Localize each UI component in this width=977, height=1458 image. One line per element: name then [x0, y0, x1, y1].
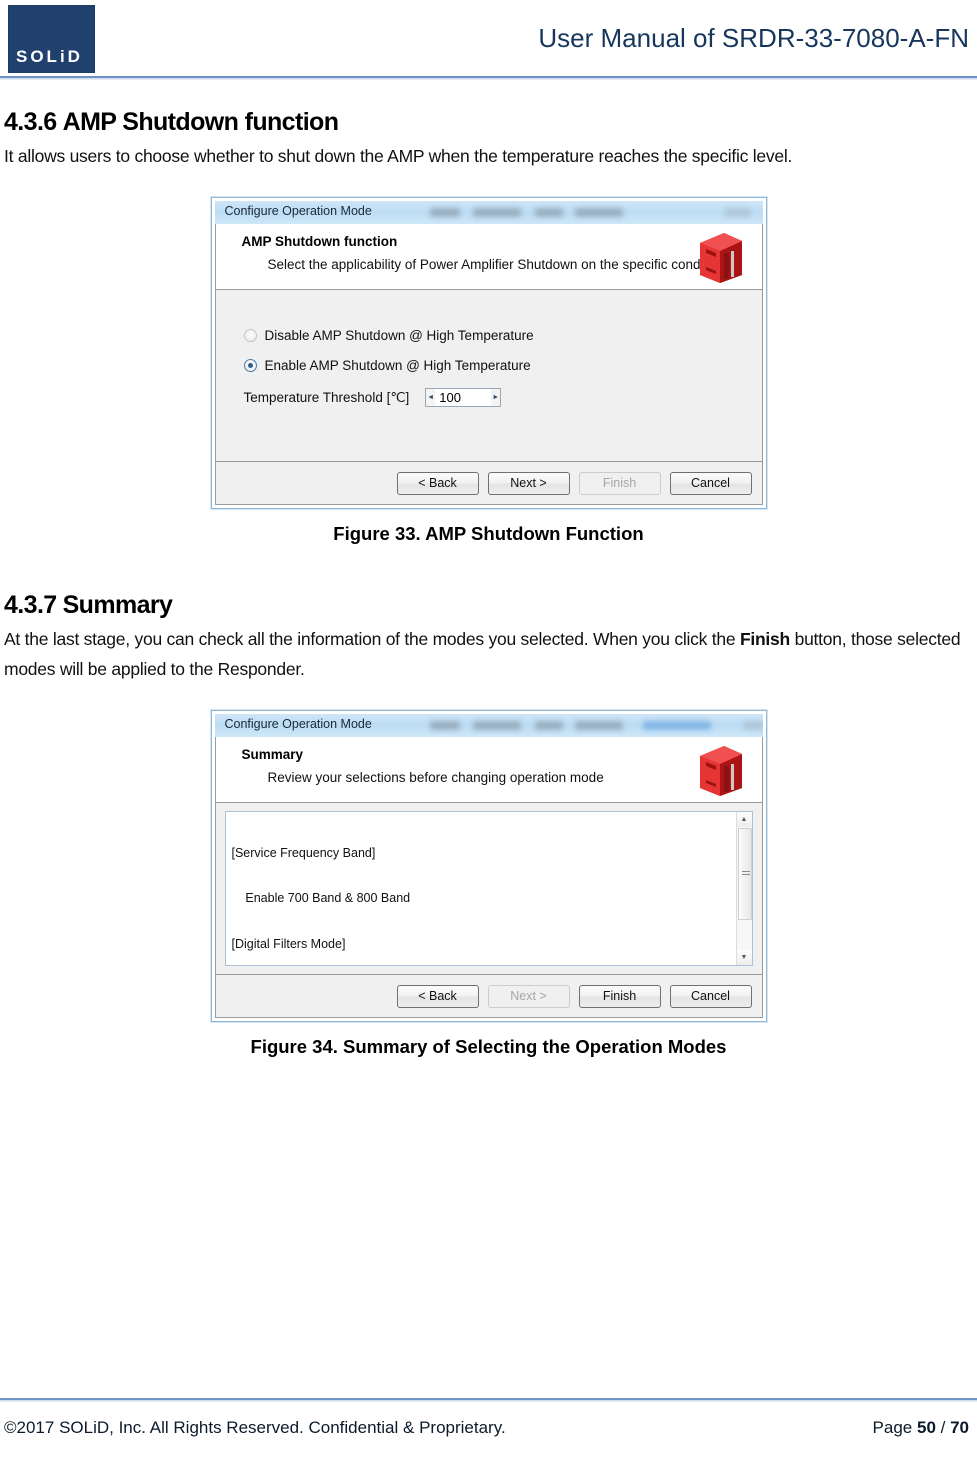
page-content: 4.3.6 AMP Shutdown function It allows use… [0, 82, 977, 1058]
section-heading-437: 4.3.7 Summary [4, 591, 977, 620]
temperature-threshold-label: Temperature Threshold [℃] [243, 389, 410, 405]
list-item: [Digital Filters Mode] [231, 937, 346, 952]
list-item: [Service Frequency Band] [231, 845, 376, 860]
banner-title-summary: Summary [241, 747, 304, 762]
dialog-footer-summary: < Back Next > Finish Cancel [214, 975, 763, 1018]
redacted-title-text-s6 [742, 721, 763, 730]
dialog-title: Configure Operation Mode [224, 204, 372, 218]
finish-button[interactable]: Finish [578, 984, 661, 1008]
cancel-button[interactable]: Cancel [669, 471, 752, 495]
section-title-436: AMP Shutdown function [62, 108, 339, 136]
section-body-437-bold: Finish [739, 629, 790, 649]
dialog-titlebar[interactable]: Configure Operation Mode [214, 201, 763, 224]
radio-label-enable: Enable AMP Shutdown @ High Temperature [264, 358, 531, 373]
spinner-decrement-icon[interactable]: ◄ [426, 389, 436, 406]
dialog-title-summary: Configure Operation Mode [224, 717, 372, 731]
redacted-title-text-4 [574, 208, 623, 217]
dialog-body-summary: [Service Frequency Band] Enable 700 Band… [214, 803, 763, 975]
header-divider [0, 76, 977, 80]
repeater-device-icon [699, 233, 742, 283]
configure-operation-mode-dialog-shutdown[interactable]: Configure Operation Mode AMP Shutdown fu… [210, 197, 767, 509]
solid-logo: SOLiD [8, 5, 95, 73]
banner-title: AMP Shutdown function [241, 234, 398, 249]
figure-33-caption: Figure 33. AMP Shutdown Function [333, 523, 644, 544]
redacted-title-text-s1 [429, 721, 460, 730]
redacted-title-text-s5 [642, 721, 711, 730]
figure-33-image: Configure Operation Mode AMP Shutdown fu… [0, 197, 977, 509]
radio-option-disable-amp-shutdown[interactable]: Disable AMP Shutdown @ High Temperature [243, 328, 534, 343]
footer-page-number: Page 50 / 70 [873, 1418, 969, 1438]
back-button[interactable]: < Back [396, 984, 479, 1008]
redacted-title-text-1 [429, 208, 460, 217]
cancel-button[interactable]: Cancel [669, 984, 752, 1008]
page-header: SOLiD User Manual of SRDR-33-7080-A-FN [0, 0, 977, 82]
dialog-titlebar-summary[interactable]: Configure Operation Mode [214, 714, 763, 737]
page-footer: ©2017 SOLiD, Inc. All Rights Reserved. C… [0, 1396, 977, 1458]
footer-copyright: ©2017 SOLiD, Inc. All Rights Reserved. C… [4, 1418, 506, 1437]
figure-34-image: Configure Operation Mode Summary Review … [0, 710, 977, 1022]
list-item: Enable 700 Band & 800 Band [231, 891, 411, 906]
page-label: Page [872, 1418, 917, 1437]
next-button: Next > [487, 984, 570, 1008]
redacted-title-text-5 [724, 208, 751, 217]
temperature-threshold-value[interactable]: 100 [435, 390, 491, 405]
document-header-title: User Manual of SRDR-33-7080-A-FN [538, 23, 969, 53]
summary-list-box[interactable]: [Service Frequency Band] Enable 700 Band… [224, 811, 753, 966]
banner-subtitle: Select the applicability of Power Amplif… [267, 257, 726, 272]
repeater-device-icon [699, 746, 742, 796]
section-title-437: Summary [62, 591, 173, 619]
scrollbar-grip-icon [741, 871, 750, 877]
finish-button: Finish [578, 471, 661, 495]
next-button[interactable]: Next > [487, 471, 570, 495]
dialog-banner: AMP Shutdown function Select the applica… [214, 224, 763, 290]
redacted-title-text-s3 [534, 721, 563, 730]
summary-list-lines: [Service Frequency Band] Enable 700 Band… [226, 812, 752, 965]
scrollbar-thumb[interactable] [737, 828, 752, 920]
redacted-title-text-2 [472, 208, 521, 217]
section-body-436: It allows users to choose whether to shu… [4, 146, 793, 166]
section-body-437-part1: At the last stage, you can check all the… [4, 629, 740, 649]
scroll-up-icon[interactable]: ▲ [736, 812, 752, 827]
redacted-title-text-3 [534, 208, 563, 217]
page-separator: / [935, 1418, 951, 1437]
redacted-title-text-s2 [472, 721, 521, 730]
temperature-threshold-row: Temperature Threshold [℃] ◄ 100 ► [244, 388, 502, 407]
radio-button-icon-disable[interactable] [243, 329, 257, 342]
dialog-banner-summary: Summary Review your selections before ch… [214, 737, 763, 803]
section-number-436: 4.3.6 [4, 108, 57, 136]
footer-divider [0, 1398, 977, 1402]
temperature-threshold-spinner[interactable]: ◄ 100 ► [425, 388, 502, 407]
section-body-437: At the last stage, you can check all the… [4, 624, 969, 684]
radio-option-enable-amp-shutdown[interactable]: Enable AMP Shutdown @ High Temperature [243, 358, 531, 373]
dialog-body-shutdown: Disable AMP Shutdown @ High Temperature … [214, 290, 763, 462]
banner-subtitle-summary: Review your selections before changing o… [267, 770, 604, 785]
section-heading-436: 4.3.6 AMP Shutdown function [4, 108, 977, 137]
page-current: 50 [916, 1418, 936, 1437]
dialog-footer-shutdown: < Back Next > Finish Cancel [214, 462, 763, 505]
spinner-increment-icon[interactable]: ► [491, 389, 501, 406]
configure-operation-mode-dialog-summary[interactable]: Configure Operation Mode Summary Review … [210, 710, 767, 1022]
scroll-down-icon[interactable]: ▼ [736, 950, 752, 965]
section-number-437: 4.3.7 [4, 591, 57, 619]
figure-34-caption: Figure 34. Summary of Selecting the Oper… [250, 1036, 727, 1057]
summary-vertical-scrollbar[interactable]: ▲ ▼ [735, 812, 752, 965]
redacted-title-text-s4 [574, 721, 623, 730]
page-total: 70 [950, 1418, 969, 1437]
radio-button-icon-enable[interactable] [243, 359, 257, 372]
radio-label-disable: Disable AMP Shutdown @ High Temperature [264, 328, 534, 343]
logo-text: SOLiD [16, 47, 83, 66]
back-button[interactable]: < Back [396, 471, 479, 495]
